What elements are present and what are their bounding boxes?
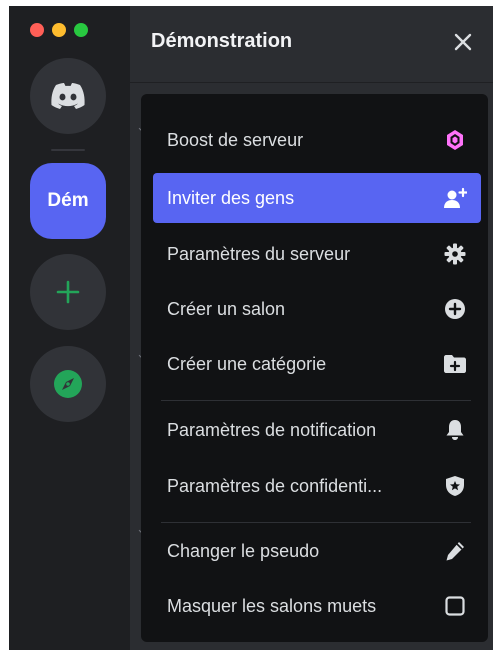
window-close-button[interactable] — [30, 23, 44, 37]
plus-circle-icon — [443, 297, 467, 321]
home-button[interactable] — [30, 58, 106, 134]
server-label: Dém — [47, 190, 89, 211]
menu-item-hide-muted-channels[interactable]: Masquer les salons muets — [153, 581, 481, 631]
close-menu-button[interactable] — [449, 28, 477, 56]
server-title: Démonstration — [151, 30, 293, 52]
shield-icon — [443, 474, 467, 498]
server-context-menu: Boost de serveur Inviter des gens Paramè… — [141, 94, 488, 642]
plus-icon — [56, 280, 80, 304]
menu-item-create-channel[interactable]: Créer un salon — [153, 284, 481, 334]
boost-gem-icon — [443, 128, 467, 152]
explore-servers-button[interactable] — [30, 346, 106, 422]
menu-item-label: Boost de serveur — [167, 129, 304, 150]
server-demonstration[interactable]: Dém — [30, 163, 106, 239]
add-person-icon — [443, 186, 467, 210]
menu-item-label: Masquer les salons muets — [167, 595, 377, 616]
folder-plus-icon — [443, 352, 467, 376]
bell-icon — [443, 418, 467, 442]
discord-window: Dém Démonstration ⌄ ⌄ ⌄ Boost de serve — [9, 6, 493, 650]
pencil-icon — [443, 539, 467, 563]
menu-item-notification-settings[interactable]: Paramètres de notification — [153, 405, 481, 455]
compass-icon — [54, 370, 82, 398]
discord-logo-icon — [51, 83, 85, 109]
menu-item-label: Paramètres de notification — [167, 419, 377, 440]
menu-item-label: Créer un salon — [167, 298, 286, 319]
menu-item-label: Changer le pseudo — [167, 540, 320, 561]
add-server-button[interactable] — [30, 254, 106, 330]
menu-item-create-category[interactable]: Créer une catégorie — [153, 339, 481, 389]
menu-item-label: Inviter des gens — [167, 187, 295, 208]
close-icon — [454, 33, 472, 51]
gear-icon — [443, 242, 467, 266]
menu-item-server-settings[interactable]: Paramètres du serveur — [153, 229, 481, 279]
window-zoom-button[interactable] — [74, 23, 88, 37]
menu-item-label: Paramètres de confidenti... — [167, 475, 383, 496]
window-minimize-button[interactable] — [52, 23, 66, 37]
menu-item-privacy-settings[interactable]: Paramètres de confidenti... — [153, 461, 481, 511]
rail-separator — [51, 149, 85, 151]
server-header: Démonstration — [130, 6, 493, 83]
menu-separator — [161, 400, 471, 401]
checkbox-icon[interactable] — [443, 594, 467, 618]
server-rail: Dém — [9, 6, 130, 650]
menu-item-label: Paramètres du serveur — [167, 243, 351, 264]
menu-item-invite[interactable]: Inviter des gens — [153, 173, 481, 223]
menu-item-label: Créer une catégorie — [167, 353, 327, 374]
menu-separator — [161, 522, 471, 523]
menu-item-change-nickname[interactable]: Changer le pseudo — [153, 526, 481, 576]
menu-item-boost[interactable]: Boost de serveur — [153, 115, 481, 165]
